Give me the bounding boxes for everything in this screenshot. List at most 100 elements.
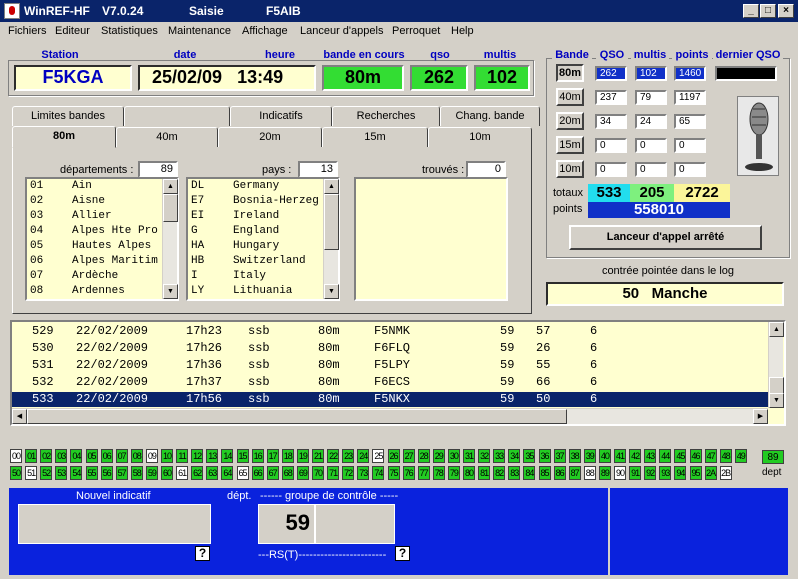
log-cell: 17h23 bbox=[186, 324, 223, 338]
dept-list-item[interactable]: 05 Hautes Alpes bbox=[27, 239, 177, 254]
dept-list-item[interactable]: 03 Allier bbox=[27, 209, 177, 224]
dept-cell: 48 bbox=[719, 449, 732, 463]
log-row[interactable]: 531 22/02/2009 17h36 ssb 80m F5LPY 59 55 6 bbox=[12, 358, 768, 373]
band-10m-button[interactable]: 10m bbox=[556, 160, 584, 178]
scroll-right-icon[interactable]: ▶ bbox=[753, 409, 768, 424]
log-row[interactable]: 532 22/02/2009 17h37 ssb 80m F6ECS 59 66 6 bbox=[12, 375, 768, 390]
dept-cell: 69 bbox=[296, 466, 309, 480]
pays-list-item[interactable]: DL Germany bbox=[188, 179, 338, 194]
dept-entry-label: dépt. bbox=[227, 490, 252, 502]
band-20m-button[interactable]: 20m bbox=[556, 112, 584, 130]
menu-help[interactable]: Help bbox=[451, 25, 474, 37]
maximize-button[interactable]: □ bbox=[760, 4, 776, 18]
log-cell: F5LPY bbox=[374, 358, 411, 372]
log-hscroll[interactable]: ◀ ▶ bbox=[12, 408, 768, 424]
rst-input[interactable]: 59 bbox=[258, 504, 315, 544]
dept-list-item[interactable]: 02 Aisne bbox=[27, 194, 177, 209]
menu-perroquet[interactable]: Perroquet bbox=[392, 25, 440, 37]
dept-cell: 95 bbox=[689, 466, 702, 480]
date-value: 25/02/09 bbox=[152, 67, 223, 87]
scroll-up-icon[interactable]: ▲ bbox=[324, 179, 339, 194]
dept-list-item[interactable]: 06 Alpes Maritim bbox=[27, 254, 177, 269]
menu-statistiques[interactable]: Statistiques bbox=[101, 25, 158, 37]
close-button[interactable]: × bbox=[778, 4, 794, 18]
menu-lanceur[interactable]: Lanceur d'appels bbox=[300, 25, 383, 37]
log-row[interactable]: 529 22/02/2009 17h23 ssb 80m F5NMK 59 57 6 bbox=[12, 324, 768, 339]
dept-grid-label: dept bbox=[762, 467, 782, 478]
pays-list-item[interactable]: HB Switzerland bbox=[188, 254, 338, 269]
pays-name: England bbox=[233, 225, 280, 237]
menu-fichiers[interactable]: Fichiers bbox=[8, 25, 47, 37]
log-cell: ssb bbox=[248, 324, 270, 338]
dept-cell: 03 bbox=[55, 449, 68, 463]
pays-scrollbar[interactable]: ▲ ▼ bbox=[323, 179, 339, 299]
dept-cell: 47 bbox=[704, 449, 717, 463]
menu-bar: Fichiers Editeur Statistiques Maintenanc… bbox=[0, 22, 798, 41]
scroll-left-icon[interactable]: ◀ bbox=[12, 409, 27, 424]
log-row[interactable]: 533 22/02/2009 17h56 ssb 80m F5NKX 59 50 6 bbox=[12, 392, 768, 407]
pays-list-item[interactable]: G England bbox=[188, 224, 338, 239]
menu-maintenance[interactable]: Maintenance bbox=[168, 25, 231, 37]
tab-indicatifs[interactable]: Indicatifs bbox=[230, 106, 332, 126]
tab-15m[interactable]: 15m bbox=[322, 127, 428, 147]
controle-input[interactable] bbox=[315, 504, 395, 544]
dept-list-item[interactable]: 01 Ain bbox=[27, 179, 177, 194]
log-row[interactable]: 530 22/02/2009 17h26 ssb 80m F6FLQ 59 26 6 bbox=[12, 341, 768, 356]
minimize-button[interactable]: _ bbox=[743, 4, 759, 18]
dept-cell: 02 bbox=[40, 449, 53, 463]
dept-cell: 81 bbox=[478, 466, 491, 480]
dept-list-item[interactable]: 08 Ardennes bbox=[27, 284, 177, 299]
tab-recherches[interactable]: Recherches bbox=[332, 106, 440, 126]
log-cell: 80m bbox=[318, 341, 340, 355]
scroll-thumb[interactable] bbox=[163, 194, 178, 222]
dept-name: Aisne bbox=[72, 195, 106, 207]
scroll-up-icon[interactable]: ▲ bbox=[769, 322, 784, 337]
pays-list-item[interactable]: I Italy bbox=[188, 269, 338, 284]
tab-80m[interactable]: 80m bbox=[12, 126, 116, 148]
dept-cell: 84 bbox=[523, 466, 536, 480]
scroll-up-icon[interactable]: ▲ bbox=[163, 179, 178, 194]
help-rst-button[interactable]: ? bbox=[395, 546, 410, 561]
trouves-list[interactable] bbox=[354, 177, 508, 301]
tab-20m[interactable]: 20m bbox=[218, 127, 322, 147]
scroll-down-icon[interactable]: ▼ bbox=[324, 284, 339, 299]
log-cell: F6ECS bbox=[374, 375, 411, 389]
menu-editeur[interactable]: Editeur bbox=[55, 25, 90, 37]
dept-scrollbar[interactable]: ▲ ▼ bbox=[162, 179, 178, 299]
log-cell: 22/02/2009 bbox=[76, 392, 149, 406]
tab-blank[interactable] bbox=[124, 106, 230, 126]
log-vscroll[interactable]: ▲ ▼ bbox=[768, 322, 784, 408]
total-multis: 205 bbox=[630, 184, 674, 202]
dept-cell: 41 bbox=[614, 449, 626, 463]
help-indicatif-button[interactable]: ? bbox=[195, 546, 210, 561]
scroll-thumb[interactable] bbox=[324, 194, 339, 250]
dept-cell: 80 bbox=[463, 466, 475, 480]
pays-list-item[interactable]: E7 Bosnia-Herzeg bbox=[188, 194, 338, 209]
band-40m-button[interactable]: 40m bbox=[556, 88, 584, 106]
dept-list-item[interactable]: 04 Alpes Hte Pro bbox=[27, 224, 177, 239]
pays-list-item[interactable]: LY Lithuania bbox=[188, 284, 338, 299]
tab-10m[interactable]: 10m bbox=[428, 127, 532, 147]
nouvel-indicatif-input[interactable] bbox=[18, 504, 211, 544]
lanceur-button[interactable]: Lanceur d'appel arrêté bbox=[569, 225, 762, 250]
scroll-down-icon[interactable]: ▼ bbox=[769, 393, 784, 408]
scroll-down-icon[interactable]: ▼ bbox=[163, 284, 178, 299]
dept-cell: 62 bbox=[191, 466, 204, 480]
menu-affichage[interactable]: Affichage bbox=[242, 25, 288, 37]
contree-value: 50 Manche bbox=[546, 282, 784, 306]
tab-40m[interactable]: 40m bbox=[116, 127, 218, 147]
log-cell: 6 bbox=[590, 358, 598, 372]
dept-list-item[interactable]: 07 Ardèche bbox=[27, 269, 177, 284]
points-40m: 1197 bbox=[674, 90, 706, 105]
dept-cell: 15 bbox=[236, 449, 249, 463]
departements-list[interactable]: 01 Ain 02 Aisne 03 Allier 04 Alpes Hte Pro 05 Hau… bbox=[25, 177, 179, 301]
pays-list-item[interactable]: EI Ireland bbox=[188, 209, 338, 224]
tab-limites-bandes[interactable]: Limites bandes bbox=[12, 106, 124, 126]
band-15m-button[interactable]: 15m bbox=[556, 136, 584, 154]
hscroll-thumb[interactable] bbox=[27, 409, 567, 424]
band-80m-button[interactable]: 80m bbox=[556, 64, 584, 82]
pays-list-item[interactable]: HA Hungary bbox=[188, 239, 338, 254]
tab-chang-bande[interactable]: Chang. bande bbox=[440, 106, 540, 126]
pays-name: Hungary bbox=[233, 240, 280, 252]
pays-list[interactable]: DL Germany E7 Bosnia-Herzeg EI Ireland G Englan… bbox=[186, 177, 340, 301]
